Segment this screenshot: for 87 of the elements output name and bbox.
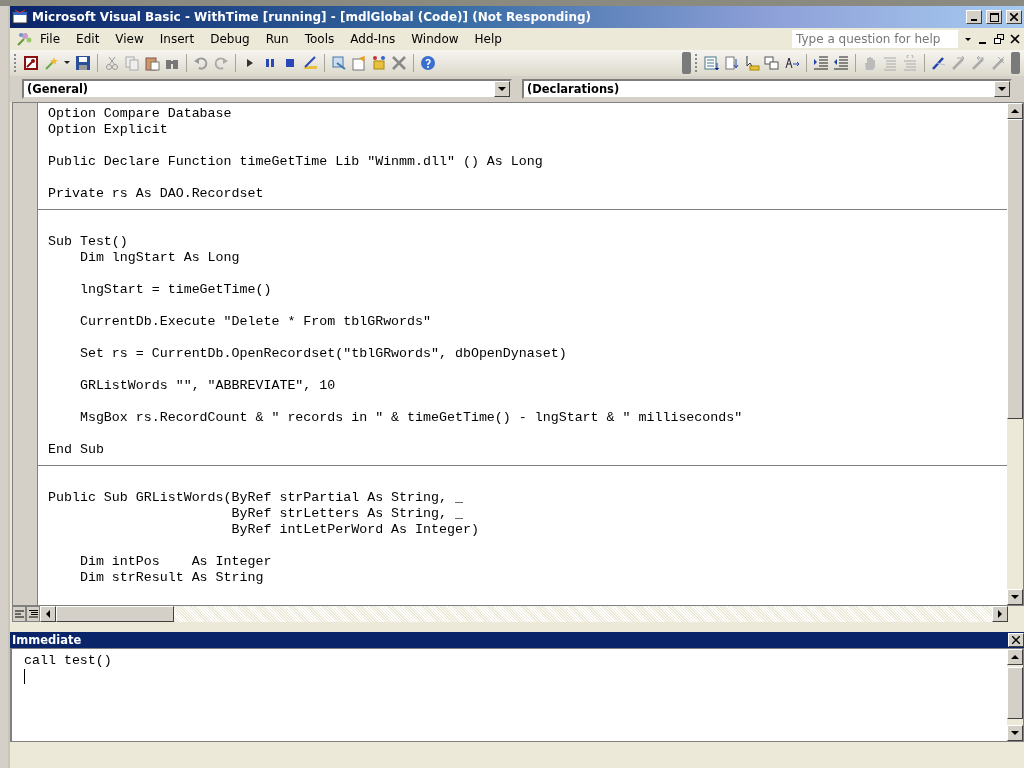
- key-icon[interactable]: [23, 55, 39, 71]
- close-icon[interactable]: [1010, 34, 1020, 44]
- paste-icon[interactable]: [144, 55, 160, 71]
- maximize-button[interactable]: [986, 10, 1002, 24]
- code-line: Sub Test(): [48, 234, 129, 250]
- ruler-icon[interactable]: [302, 55, 318, 71]
- code-line: ByRef strLetters As String, _: [230, 506, 464, 522]
- help-icon[interactable]: [420, 55, 436, 71]
- restore-icon[interactable]: [994, 34, 1004, 44]
- scroll-thumb[interactable]: [1007, 667, 1023, 719]
- windows-icon[interactable]: [764, 55, 780, 71]
- right-arrow-icon: [997, 610, 1003, 618]
- close-icon: [1012, 636, 1020, 644]
- procedure-view-button[interactable]: [12, 606, 26, 622]
- indent-icon[interactable]: [813, 55, 829, 71]
- down-arrow-icon: [998, 86, 1006, 92]
- vba-icon[interactable]: [16, 31, 32, 47]
- save-icon[interactable]: [75, 55, 91, 71]
- immediate-window[interactable]: call test(): [12, 649, 1007, 741]
- scroll-right-button[interactable]: [992, 606, 1008, 622]
- vertical-scrollbar[interactable]: [1007, 649, 1023, 741]
- menu-item[interactable]: View: [107, 30, 152, 48]
- dropdown-button[interactable]: [994, 81, 1010, 97]
- text-cursor: [24, 669, 25, 684]
- scroll-up-button[interactable]: [1007, 103, 1023, 119]
- code-line: Private rs As DAO.Recordset: [48, 186, 265, 202]
- object-dropdown[interactable]: (General): [22, 79, 512, 99]
- left-arrow-icon: [45, 610, 51, 618]
- project-icon[interactable]: [331, 55, 347, 71]
- code-line: Set rs = CurrentDb.OpenRecordset("tblGRwords", dbOpenDynaset): [78, 346, 568, 362]
- font-arrow-icon[interactable]: [784, 55, 800, 71]
- code-line: End Sub: [48, 442, 105, 458]
- scroll-down-button[interactable]: [1007, 589, 1023, 605]
- maximize-icon: [989, 12, 999, 22]
- code-line: Public Sub GRListWords(ByRef strPartial As String, _: [48, 490, 464, 506]
- list-icon[interactable]: [704, 55, 720, 71]
- procedure-dropdown[interactable]: (Declarations): [522, 79, 1012, 99]
- help-search-field[interactable]: Type a question for help: [792, 30, 958, 48]
- code-line: Dim lngStart As Long: [78, 250, 241, 266]
- pointer-icon[interactable]: [744, 55, 760, 71]
- pane-title: Immediate: [12, 633, 83, 647]
- code-line: lngStart = timeGetTime(): [78, 282, 273, 298]
- code-line: MsgBox rs.RecordCount & " records in " & timeGetTime() - lngStart & " milliseconds": [78, 410, 744, 426]
- code-line: ByRef intLetPerWord As Integer): [230, 522, 480, 538]
- lines-icon: [14, 610, 24, 618]
- document-arrow-icon[interactable]: [724, 55, 740, 71]
- code-line: call test(): [24, 653, 113, 669]
- down-arrow-icon: [1011, 730, 1019, 736]
- menu-item[interactable]: Edit: [68, 30, 108, 48]
- module-view-button[interactable]: [26, 606, 40, 622]
- code-line: Dim intPos As Integer: [78, 554, 273, 570]
- menu-item[interactable]: Add-Ins: [342, 30, 404, 48]
- pane-close-button[interactable]: [1008, 633, 1024, 647]
- code-editor[interactable]: [38, 103, 1007, 605]
- code-line: Option Compare Database: [48, 106, 233, 122]
- minimize-button[interactable]: [966, 10, 982, 24]
- code-line: Option Explicit: [48, 122, 169, 138]
- code-line: GRListWords "", "ABBREVIATE", 10: [78, 378, 337, 394]
- code-line: Dim strResult As String: [78, 570, 265, 586]
- scroll-down-button[interactable]: [1007, 725, 1023, 741]
- outdent-icon[interactable]: [833, 55, 849, 71]
- horizontal-scroll-thumb[interactable]: [56, 606, 174, 622]
- code-line: CurrentDb.Execute "Delete * From tblGRwords": [78, 314, 432, 330]
- up-arrow-icon: [1011, 108, 1019, 114]
- menu-item[interactable]: Tools: [296, 30, 343, 48]
- scroll-thumb[interactable]: [1007, 119, 1023, 419]
- window-title: Microsoft Visual Basic - WithTime [running] - [mdlGlobal (Code)] (Not Responding): [32, 10, 593, 24]
- flag-icon[interactable]: [931, 55, 947, 71]
- dropdown-caret-icon[interactable]: [964, 35, 972, 43]
- down-arrow-icon: [1011, 594, 1019, 600]
- dropdown-button[interactable]: [494, 81, 510, 97]
- lines-icon: [28, 610, 38, 618]
- down-arrow-icon: [498, 86, 506, 92]
- vertical-scrollbar[interactable]: [1007, 103, 1023, 605]
- scroll-up-button[interactable]: [1007, 649, 1023, 665]
- menu-item[interactable]: Window: [403, 30, 467, 48]
- menu-item[interactable]: Help: [466, 30, 510, 48]
- code-line: Public Declare Function timeGetTime Lib "Winmm.dll" () As Long: [48, 154, 544, 170]
- close-button[interactable]: [1006, 10, 1022, 24]
- up-arrow-icon: [1011, 654, 1019, 660]
- menu-item[interactable]: File: [32, 30, 69, 48]
- scroll-left-button[interactable]: [40, 606, 56, 622]
- menu-item[interactable]: Debug: [202, 30, 258, 48]
- menu-item[interactable]: Insert: [151, 30, 203, 48]
- menu-item[interactable]: Run: [257, 30, 297, 48]
- app-window-icon[interactable]: [12, 9, 28, 25]
- close-icon: [1010, 13, 1018, 21]
